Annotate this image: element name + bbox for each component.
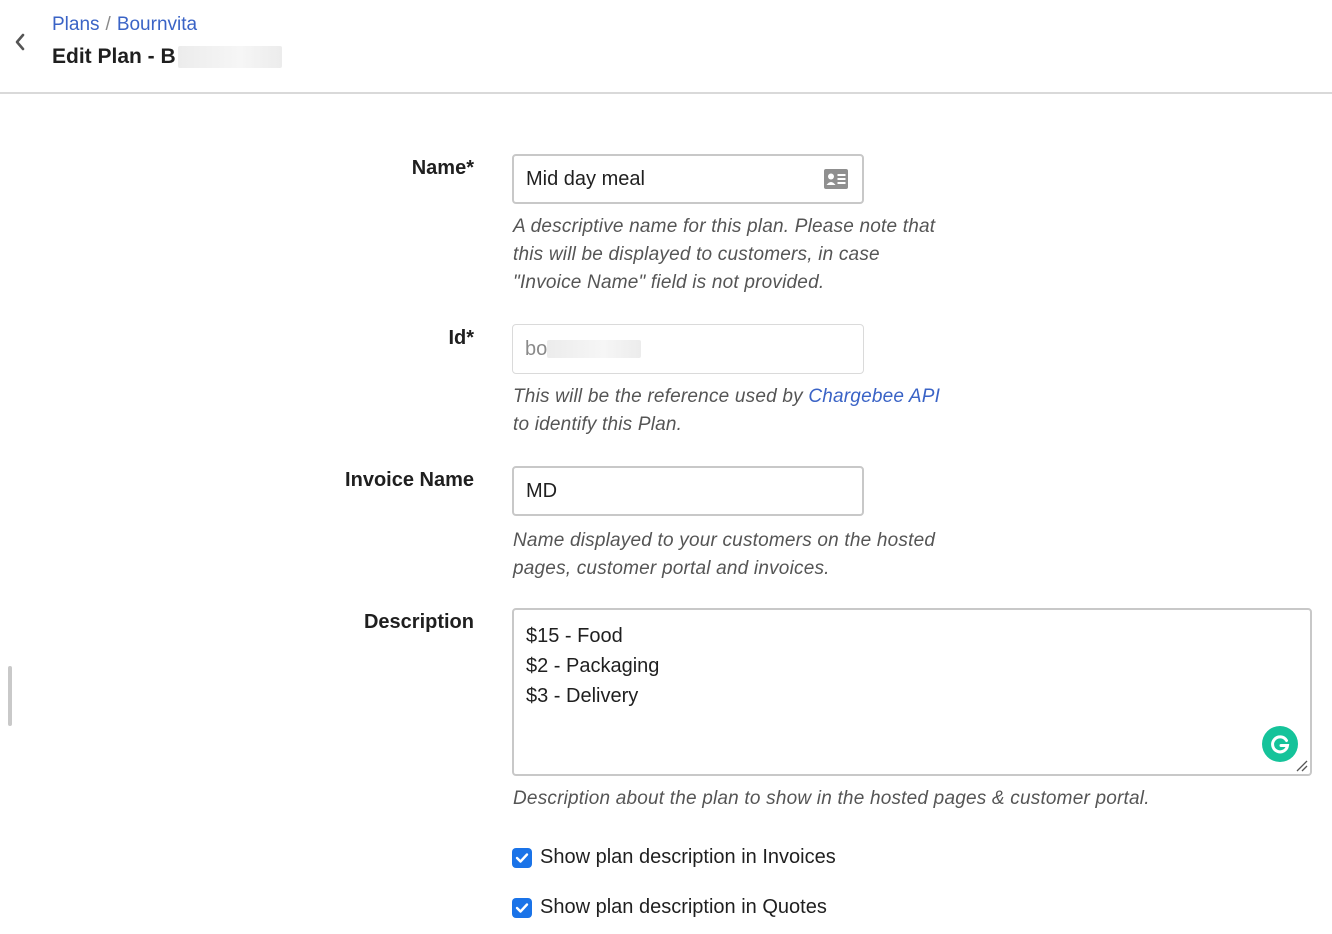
description-label: Description [363,611,474,633]
id-input[interactable]: bo [512,324,864,374]
redacted-text [177,46,282,68]
invoice-name-input-value: MD [526,479,558,502]
breadcrumb: Plans / Bournvita [52,13,197,37]
redacted-text [547,340,642,358]
chevron-left-icon [15,33,25,51]
scrollbar-handle[interactable] [8,666,12,726]
id-help-before: This will be the reference used by [513,386,803,407]
show-in-invoices-checkbox-row[interactable]: Show plan description in Invoices [512,846,836,869]
name-input-value: Mid day meal [526,167,645,190]
breadcrumb-plans-link[interactable]: Plans [52,14,100,35]
description-help-text: Description about the plan to show in th… [513,788,1150,809]
show-in-invoices-checkbox[interactable] [512,847,532,868]
id-label: Id* [448,327,474,349]
grammarly-icon[interactable] [1262,726,1298,762]
chargebee-api-link[interactable]: Chargebee API [808,386,940,407]
description-line: $15 - Food [526,625,623,647]
page-header: Plans / Bournvita Edit Plan - B [0,0,1332,94]
show-in-quotes-label: Show plan description in Quotes [540,896,827,918]
invoice-name-help-text: Name displayed to your customers on the … [513,530,936,579]
resize-handle-icon[interactable] [1294,758,1308,772]
description-textarea[interactable]: $15 - Food $2 - Packaging $3 - Delivery [512,608,1312,776]
show-in-quotes-checkbox-row[interactable]: Show plan description in Quotes [512,896,827,919]
description-line: $2 - Packaging [526,655,660,677]
name-input[interactable]: Mid day meal [512,154,864,204]
show-in-quotes-checkbox[interactable] [512,897,532,918]
name-label: Name* [411,157,474,179]
back-button[interactable] [8,28,32,56]
invoice-name-input[interactable]: MD [512,466,864,516]
page-title: Edit Plan - B [52,44,282,70]
page-title-text: Edit Plan - B [52,45,176,68]
checkmark-icon [515,852,529,863]
breadcrumb-current-link[interactable]: Bournvita [117,14,197,35]
checkmark-icon [515,902,529,913]
contact-card-icon[interactable] [822,167,850,191]
breadcrumb-separator: / [105,14,111,35]
id-help-after: to identify this Plan. [513,414,683,435]
name-help-text: A descriptive name for this plan. Please… [513,216,936,293]
show-in-invoices-label: Show plan description in Invoices [540,846,836,868]
id-help-text: This will be the reference used by Charg… [513,383,953,439]
invoice-name-label: Invoice Name [345,469,474,491]
id-input-value: bo [525,337,548,360]
description-line: $3 - Delivery [526,685,639,707]
